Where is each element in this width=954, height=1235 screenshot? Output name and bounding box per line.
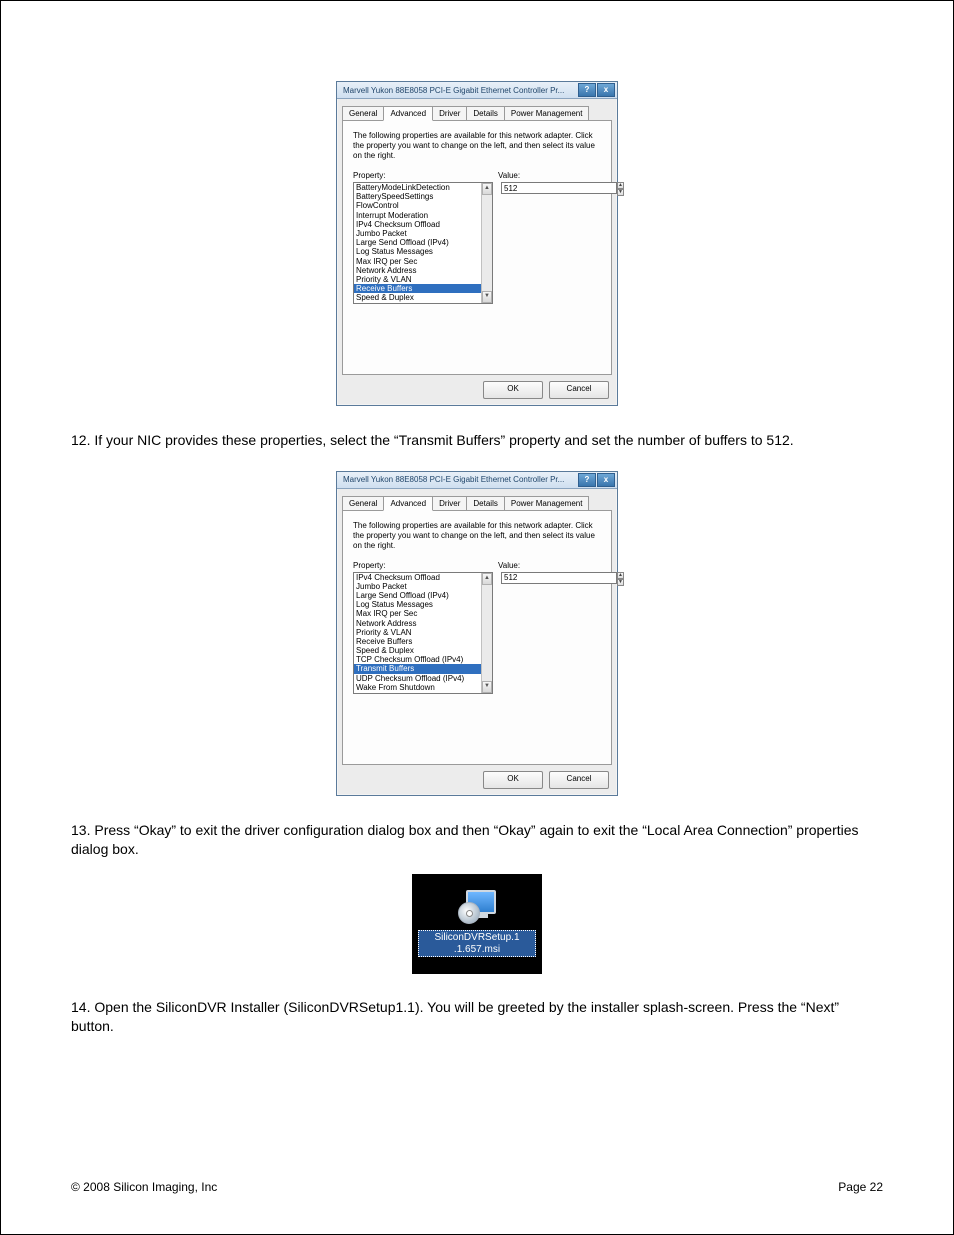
list-item[interactable]: BatterySpeedSettings	[354, 192, 492, 201]
list-item[interactable]: Speed & Duplex	[354, 293, 492, 302]
value-label: Value:	[498, 171, 520, 180]
close-icon[interactable]: x	[597, 83, 615, 97]
msi-filename-label: SiliconDVRSetup.1 .1.657.msi	[418, 930, 536, 957]
tab-driver[interactable]: Driver	[432, 496, 467, 511]
scroll-down-icon[interactable]: ▼	[482, 681, 492, 693]
close-icon[interactable]: x	[597, 473, 615, 487]
list-item[interactable]: Max IRQ per Sec	[354, 257, 492, 266]
msi-desktop-icon[interactable]: SiliconDVRSetup.1 .1.657.msi	[412, 874, 542, 974]
dialog1-tabs: General Advanced Driver Details Power Ma…	[337, 99, 617, 120]
property-label: Property:	[353, 171, 498, 180]
dialog1-wrap: Marvell Yukon 88E8058 PCI-E Gigabit Ethe…	[71, 81, 883, 406]
list-item[interactable]: Wake Up Capabilities	[354, 692, 492, 694]
page-content: Marvell Yukon 88E8058 PCI-E Gigabit Ethe…	[71, 61, 883, 1170]
dialog1-title: Marvell Yukon 88E8058 PCI-E Gigabit Ethe…	[343, 86, 577, 95]
scroll-up-icon[interactable]: ▲	[482, 573, 492, 585]
help-icon[interactable]: ?	[578, 473, 596, 487]
dialog1-instruction: The following properties are available f…	[353, 131, 601, 161]
document-page: Marvell Yukon 88E8058 PCI-E Gigabit Ethe…	[0, 0, 954, 1235]
list-item[interactable]: Jumbo Packet	[354, 229, 492, 238]
list-item[interactable]: Transmit Buffers	[354, 664, 492, 673]
tab-power-management[interactable]: Power Management	[504, 496, 590, 511]
spin-down-icon[interactable]: ▼	[617, 189, 624, 196]
value-input[interactable]	[501, 572, 617, 584]
page-footer: © 2008 Silicon Imaging, Inc Page 22	[71, 1170, 883, 1194]
tab-details[interactable]: Details	[466, 106, 504, 121]
tab-driver[interactable]: Driver	[432, 106, 467, 121]
tab-general[interactable]: General	[342, 496, 384, 511]
dialog1-tabpanel: The following properties are available f…	[342, 120, 612, 375]
dialog1-titlebar[interactable]: Marvell Yukon 88E8058 PCI-E Gigabit Ethe…	[337, 82, 617, 99]
dialog2-titlebar[interactable]: Marvell Yukon 88E8058 PCI-E Gigabit Ethe…	[337, 472, 617, 489]
step-14-text: 14. Open the SiliconDVR Installer (Silic…	[71, 998, 883, 1037]
scroll-down-icon[interactable]: ▼	[482, 291, 492, 303]
list-item[interactable]: FlowControl	[354, 201, 492, 210]
page-number: Page 22	[838, 1180, 883, 1194]
list-item[interactable]: Jumbo Packet	[354, 582, 492, 591]
list-item[interactable]: Network Address	[354, 266, 492, 275]
scrollbar[interactable]: ▲ ▼	[481, 573, 492, 693]
tab-power-management[interactable]: Power Management	[504, 106, 590, 121]
property-label: Property:	[353, 561, 498, 570]
dialog2-property-listbox[interactable]: IPv4 Checksum OffloadJumbo PacketLarge S…	[353, 572, 493, 694]
spin-down-icon[interactable]: ▼	[617, 579, 624, 586]
nic-properties-dialog-1: Marvell Yukon 88E8058 PCI-E Gigabit Ethe…	[336, 81, 618, 406]
disc-icon	[458, 902, 480, 924]
list-item[interactable]: Receive Buffers	[354, 284, 492, 293]
list-item[interactable]: Large Send Offload (IPv4)	[354, 238, 492, 247]
list-item[interactable]: Receive Buffers	[354, 637, 492, 646]
value-spinner[interactable]: ▲ ▼	[501, 182, 601, 196]
list-item[interactable]: BatteryModeLinkDetection	[354, 183, 492, 192]
list-item[interactable]: Priority & VLAN	[354, 628, 492, 637]
cancel-button[interactable]: Cancel	[549, 381, 609, 399]
step-12-text: 12. If your NIC provides these propertie…	[71, 431, 883, 451]
copyright-text: © 2008 Silicon Imaging, Inc	[71, 1180, 217, 1194]
value-spinner[interactable]: ▲ ▼	[501, 572, 601, 586]
ok-button[interactable]: OK	[483, 381, 543, 399]
list-item[interactable]: TCP Checksum Offload (IPv4)	[354, 302, 492, 304]
dialog2-tabpanel: The following properties are available f…	[342, 510, 612, 765]
list-item[interactable]: Wake From Shutdown	[354, 683, 492, 692]
dialog1-property-listbox[interactable]: BatteryModeLinkDetectionBatterySpeedSett…	[353, 182, 493, 304]
scroll-up-icon[interactable]: ▲	[482, 183, 492, 195]
tab-general[interactable]: General	[342, 106, 384, 121]
msi-icon-wrap: SiliconDVRSetup.1 .1.657.msi	[71, 874, 883, 974]
list-item[interactable]: Interrupt Moderation	[354, 211, 492, 220]
installer-icon	[458, 890, 496, 924]
list-item[interactable]: IPv4 Checksum Offload	[354, 220, 492, 229]
dialog2-tabs: General Advanced Driver Details Power Ma…	[337, 489, 617, 510]
list-item[interactable]: Log Status Messages	[354, 600, 492, 609]
dialog2-instruction: The following properties are available f…	[353, 521, 601, 551]
tab-advanced[interactable]: Advanced	[383, 496, 433, 511]
cancel-button[interactable]: Cancel	[549, 771, 609, 789]
list-item[interactable]: Priority & VLAN	[354, 275, 492, 284]
ok-button[interactable]: OK	[483, 771, 543, 789]
list-item[interactable]: Large Send Offload (IPv4)	[354, 591, 492, 600]
list-item[interactable]: Speed & Duplex	[354, 646, 492, 655]
tab-details[interactable]: Details	[466, 496, 504, 511]
value-label: Value:	[498, 561, 520, 570]
value-input[interactable]	[501, 182, 617, 194]
step-13-text: 13. Press “Okay” to exit the driver conf…	[71, 821, 883, 860]
spin-up-icon[interactable]: ▲	[617, 182, 624, 189]
scrollbar[interactable]: ▲ ▼	[481, 183, 492, 303]
list-item[interactable]: IPv4 Checksum Offload	[354, 573, 492, 582]
list-item[interactable]: Log Status Messages	[354, 247, 492, 256]
nic-properties-dialog-2: Marvell Yukon 88E8058 PCI-E Gigabit Ethe…	[336, 471, 618, 796]
list-item[interactable]: Max IRQ per Sec	[354, 609, 492, 618]
help-icon[interactable]: ?	[578, 83, 596, 97]
spin-up-icon[interactable]: ▲	[617, 572, 624, 579]
tab-advanced[interactable]: Advanced	[383, 106, 433, 121]
dialog2-wrap: Marvell Yukon 88E8058 PCI-E Gigabit Ethe…	[71, 471, 883, 796]
list-item[interactable]: TCP Checksum Offload (IPv4)	[354, 655, 492, 664]
list-item[interactable]: Network Address	[354, 619, 492, 628]
dialog2-title: Marvell Yukon 88E8058 PCI-E Gigabit Ethe…	[343, 475, 577, 484]
list-item[interactable]: UDP Checksum Offload (IPv4)	[354, 674, 492, 683]
